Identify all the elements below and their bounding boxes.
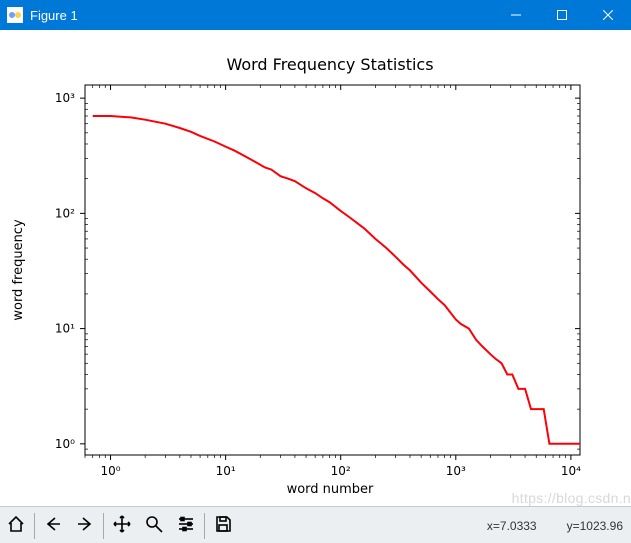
pan-button[interactable] [107, 511, 137, 541]
close-button[interactable] [585, 0, 631, 30]
x-axis-minor [85, 85, 566, 458]
svg-text:10¹: 10¹ [55, 322, 75, 336]
chart-series-line [93, 116, 580, 444]
window-titlebar: Figure 1 [0, 0, 631, 30]
home-button[interactable] [1, 511, 31, 541]
x-axis-label: word number [287, 482, 374, 497]
coord-y-value: 1023.96 [580, 519, 623, 533]
configure-button[interactable] [171, 511, 201, 541]
svg-text:10⁰: 10⁰ [100, 464, 120, 478]
svg-text:10¹: 10¹ [216, 464, 236, 478]
x-axis-ticks: 10⁰ 10¹ 10² 10³ 10⁴ [100, 85, 581, 478]
zoom-button[interactable] [139, 511, 169, 541]
window-title: Figure 1 [30, 8, 493, 23]
svg-text:10³: 10³ [55, 91, 75, 105]
config-icon [176, 514, 196, 537]
y-axis-minor [85, 103, 580, 449]
y-axis-label: word frequency [11, 219, 26, 321]
coord-y-label: y= [567, 519, 580, 533]
forward-button[interactable] [70, 511, 100, 541]
coord-x-value: 7.0333 [500, 519, 537, 533]
svg-text:10³: 10³ [446, 464, 466, 478]
svg-text:10²: 10² [55, 206, 75, 220]
forward-icon [75, 514, 95, 537]
back-icon [43, 514, 63, 537]
chart-title: Word Frequency Statistics [226, 55, 433, 74]
move-icon [112, 514, 132, 537]
coord-x-label: x= [487, 519, 500, 533]
svg-text:10²: 10² [331, 464, 351, 478]
zoom-icon [144, 514, 164, 537]
plot-frame [85, 85, 580, 455]
svg-text:10⁴: 10⁴ [561, 464, 581, 478]
home-icon [6, 514, 26, 537]
figure-canvas[interactable]: Word Frequency Statistics 10⁰10¹10²10³10… [0, 30, 631, 506]
chart-svg: Word Frequency Statistics 10⁰10¹10²10³10… [0, 30, 631, 506]
y-axis-ticks: 10⁰ 10¹ 10² 10³ [55, 91, 580, 451]
svg-text:10⁰: 10⁰ [55, 437, 75, 451]
navigation-toolbar: x= 7.0333 y= 1023.96 [0, 506, 631, 543]
back-button[interactable] [38, 511, 68, 541]
save-button[interactable] [208, 511, 238, 541]
save-icon [213, 514, 233, 537]
minimize-button[interactable] [493, 0, 539, 30]
maximize-button[interactable] [539, 0, 585, 30]
app-icon [7, 7, 23, 23]
